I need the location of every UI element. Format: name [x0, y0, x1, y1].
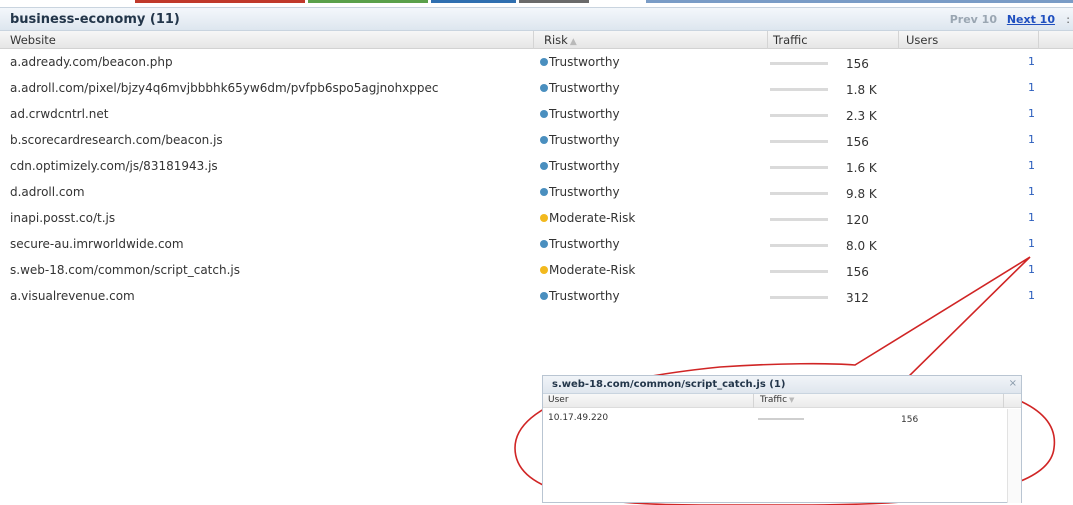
popup-header: s.web-18.com/common/script_catch.js (1) … — [543, 376, 1021, 394]
user-ip-cell: 10.17.49.220 — [548, 413, 609, 423]
traffic-bar — [758, 418, 804, 420]
column-divider — [753, 394, 754, 408]
column-header-user[interactable]: User — [548, 395, 569, 405]
traffic-cell: 156 — [901, 415, 919, 425]
user-detail-popup: s.web-18.com/common/script_catch.js (1) … — [542, 375, 1022, 503]
column-divider — [1003, 394, 1004, 408]
popup-title: s.web-18.com/common/script_catch.js (1) — [552, 379, 786, 390]
column-header-traffic[interactable]: Traffic ▼ — [760, 395, 794, 405]
popup-table-header: User Traffic ▼ — [543, 394, 1021, 408]
close-icon[interactable]: × — [1009, 378, 1017, 389]
sort-descending-icon: ▼ — [789, 396, 795, 404]
popup-scrollbar[interactable] — [1007, 409, 1021, 503]
popup-table-row[interactable]: 10.17.49.220 156 — [543, 408, 1021, 430]
